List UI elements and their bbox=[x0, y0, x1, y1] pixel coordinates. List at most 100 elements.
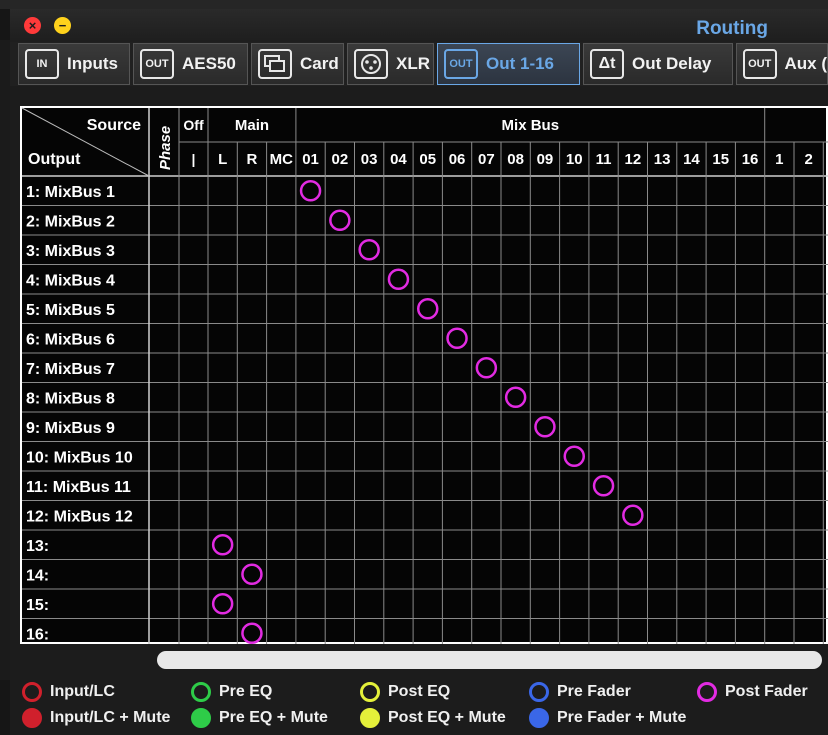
title-bar[interactable]: × − Routing bbox=[10, 9, 828, 42]
row-label: 12: MixBus 12 bbox=[26, 508, 133, 525]
off-sub-label: | bbox=[192, 151, 196, 167]
out-icon: OUT bbox=[444, 49, 478, 79]
mixbus-group-label: Mix Bus bbox=[502, 117, 560, 134]
row-label: 1: MixBus 1 bbox=[26, 184, 115, 201]
legend-item: Pre EQ + Mute bbox=[191, 708, 328, 728]
minimize-icon[interactable]: − bbox=[54, 17, 71, 34]
main-group-label: Main bbox=[235, 117, 269, 134]
matrix-background bbox=[20, 106, 828, 644]
legend-item: Input/LC + Mute bbox=[22, 708, 170, 728]
tab-bar: IN Inputs OUT AES50 Card XLR OUT Out 1-1… bbox=[10, 42, 828, 86]
column-label: 08 bbox=[507, 151, 524, 168]
legend-label: Input/LC + Mute bbox=[50, 709, 171, 726]
output-label: Output bbox=[28, 151, 81, 168]
tab-label: Out Delay bbox=[632, 54, 712, 73]
legend-label: Pre EQ bbox=[219, 683, 273, 700]
legend-label: Post Fader bbox=[725, 683, 808, 700]
tab-aux[interactable]: OUT Aux ( bbox=[736, 43, 828, 85]
column-label: 12 bbox=[625, 151, 642, 168]
delta-t-icon: Δt bbox=[590, 49, 624, 79]
legend-label: Pre EQ + Mute bbox=[219, 709, 328, 726]
out-icon: OUT bbox=[743, 49, 777, 79]
row-label: 7: MixBus 7 bbox=[26, 361, 115, 378]
column-label: 06 bbox=[449, 151, 466, 168]
close-icon[interactable]: × bbox=[24, 17, 41, 34]
column-label: 02 bbox=[332, 151, 349, 168]
tab-aes50[interactable]: OUT AES50 bbox=[133, 43, 248, 85]
in-icon: IN bbox=[25, 49, 59, 79]
legend-item: Pre EQ bbox=[191, 682, 272, 702]
column-label: 05 bbox=[419, 151, 436, 168]
column-label: 07 bbox=[478, 151, 495, 168]
row-label: 3: MixBus 3 bbox=[26, 243, 115, 260]
column-label: 09 bbox=[537, 151, 554, 168]
column-label: 2 bbox=[804, 151, 812, 168]
tab-card[interactable]: Card bbox=[251, 43, 344, 85]
column-label: 11 bbox=[596, 151, 612, 168]
card-icon bbox=[258, 49, 292, 79]
routing-matrix-svg: Source Output Phase Off | Main Mix Bus L R MC 01 02… bbox=[20, 106, 828, 644]
tab-inputs[interactable]: IN Inputs bbox=[18, 43, 130, 85]
tab-label: Aux ( bbox=[784, 54, 828, 73]
row-label: 8: MixBus 8 bbox=[26, 390, 115, 407]
tap-circle-icon bbox=[697, 682, 717, 702]
legend-label: Input/LC bbox=[50, 683, 115, 700]
tab-out-1-16[interactable]: OUT Out 1-16 bbox=[437, 43, 580, 85]
row-label: 5: MixBus 5 bbox=[26, 302, 115, 319]
column-label: 03 bbox=[361, 151, 378, 168]
legend-item: Post EQ bbox=[360, 682, 450, 702]
tab-xlr[interactable]: XLR bbox=[347, 43, 434, 85]
row-label: 9: MixBus 9 bbox=[26, 420, 115, 437]
tab-label: Inputs bbox=[67, 54, 118, 73]
tab-label: Out 1-16 bbox=[486, 54, 555, 73]
top-strip bbox=[0, 0, 828, 9]
out-icon: OUT bbox=[140, 49, 174, 79]
off-label: Off bbox=[183, 117, 204, 133]
row-label: 2: MixBus 2 bbox=[26, 213, 115, 230]
row-label: 13: bbox=[26, 538, 49, 555]
column-label: L bbox=[218, 151, 227, 168]
row-label: 4: MixBus 4 bbox=[26, 272, 115, 289]
tap-dot-icon bbox=[529, 708, 549, 728]
column-label: R bbox=[247, 151, 258, 168]
tab-label: AES50 bbox=[182, 54, 236, 73]
column-label: 16 bbox=[742, 151, 759, 168]
row-label: 14: bbox=[26, 567, 49, 584]
column-label: MC bbox=[270, 151, 293, 168]
column-label: 14 bbox=[683, 151, 700, 168]
column-label: 10 bbox=[566, 151, 583, 168]
column-label: 13 bbox=[654, 151, 671, 168]
legend-item: Pre Fader + Mute bbox=[529, 708, 686, 728]
tap-dot-icon bbox=[191, 708, 211, 728]
legend-label: Pre Fader bbox=[557, 683, 631, 700]
legend-item: Post EQ + Mute bbox=[360, 708, 506, 728]
tab-label: Card bbox=[300, 54, 339, 73]
source-label: Source bbox=[87, 117, 141, 134]
row-label: 16: bbox=[26, 626, 49, 643]
horizontal-scrollbar[interactable] bbox=[157, 651, 822, 669]
xlr-icon bbox=[354, 49, 388, 79]
legend-label: Post EQ bbox=[388, 683, 451, 700]
tap-circle-icon bbox=[529, 682, 549, 702]
tap-circle-icon bbox=[191, 682, 211, 702]
row-label: 10: MixBus 10 bbox=[26, 449, 133, 466]
tab-label: XLR bbox=[396, 54, 430, 73]
row-label: 15: bbox=[26, 597, 49, 614]
legend-item: Post Fader bbox=[697, 682, 808, 702]
row-label: 6: MixBus 6 bbox=[26, 331, 115, 348]
legend: Input/LC Pre EQ Post EQ Pre Fader Post F… bbox=[10, 679, 828, 735]
tap-dot-icon bbox=[22, 708, 42, 728]
tap-circle-icon bbox=[360, 682, 380, 702]
tap-dot-icon bbox=[360, 708, 380, 728]
legend-label: Post EQ + Mute bbox=[388, 709, 506, 726]
routing-matrix: Source Output Phase Off | Main Mix Bus L R MC 01 02… bbox=[20, 106, 828, 644]
window-title: Routing bbox=[696, 18, 768, 39]
tab-out-delay[interactable]: Δt Out Delay bbox=[583, 43, 733, 85]
legend-label: Pre Fader + Mute bbox=[557, 709, 687, 726]
row-label: 11: MixBus 11 bbox=[26, 479, 131, 496]
tap-circle-icon bbox=[22, 682, 42, 702]
column-label: 04 bbox=[390, 151, 407, 168]
phase-label: Phase bbox=[157, 126, 174, 170]
column-label: 15 bbox=[712, 151, 729, 168]
legend-item: Input/LC bbox=[22, 682, 115, 702]
